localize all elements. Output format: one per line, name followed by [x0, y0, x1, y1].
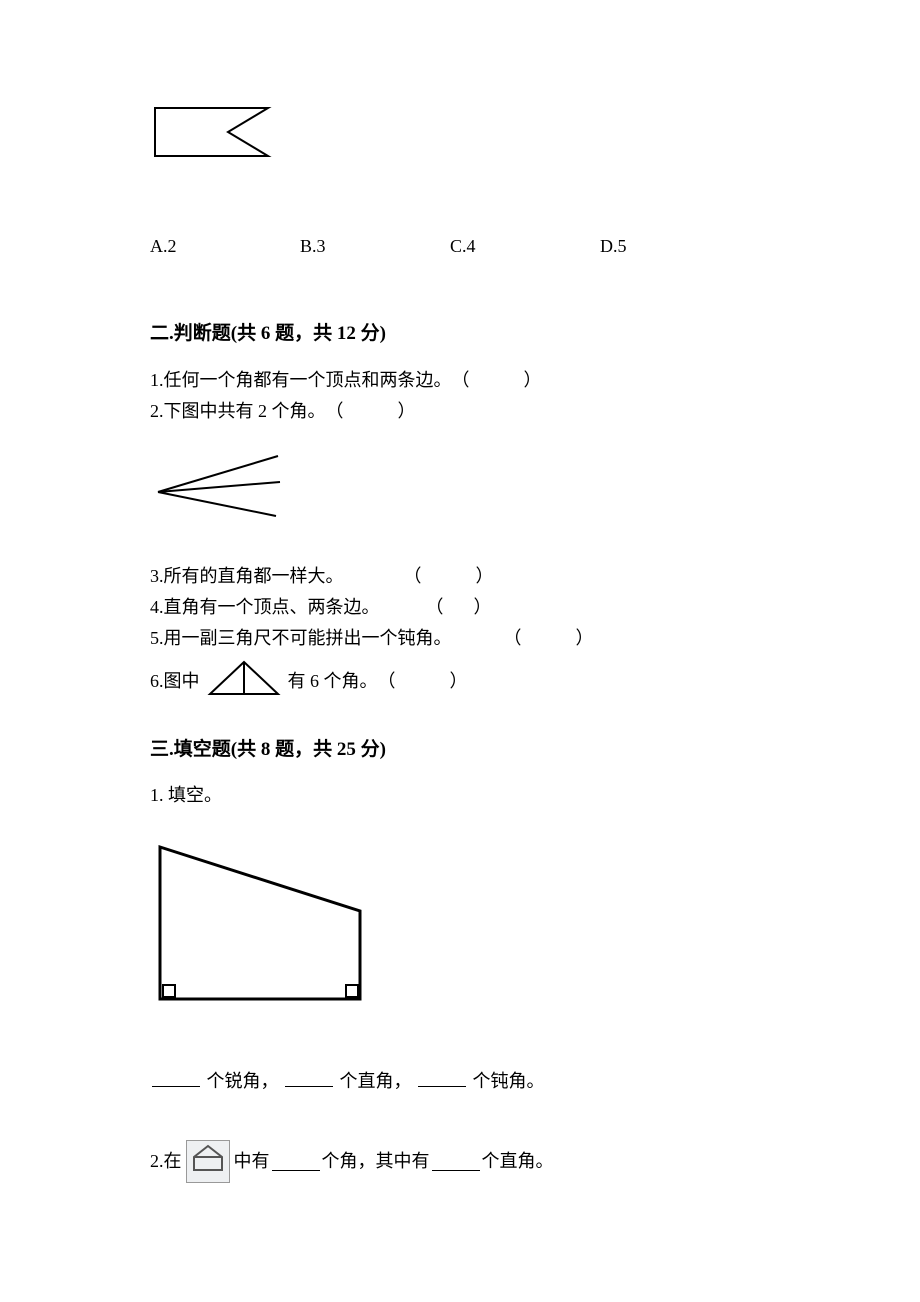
pentagon-figure: [186, 1140, 230, 1183]
blank-obtuse-count[interactable]: [418, 1067, 466, 1087]
q-num: 3.: [150, 563, 164, 590]
answer-paren[interactable]: （ ）: [404, 563, 500, 590]
q-text: 任何一个角都有一个顶点和两条边。: [164, 367, 452, 394]
answer-paren[interactable]: （ ）: [452, 367, 548, 394]
blank-right-angles[interactable]: [432, 1151, 480, 1171]
q-num: 5.: [150, 625, 164, 652]
s2-q4: 4. 直角有一个顶点、两条边。 （ ）: [150, 594, 770, 621]
q-num: 4.: [150, 594, 164, 621]
triangle-altitude-icon: [204, 658, 284, 698]
s2-q1: 1. 任何一个角都有一个顶点和两条边。 （ ）: [150, 367, 770, 394]
answer-paren[interactable]: （ ）: [426, 594, 498, 621]
rays-figure: [150, 450, 770, 533]
q-num: 2.: [150, 1148, 164, 1175]
q-text-pre: 在: [164, 1148, 182, 1175]
q-text-pre: 图中: [164, 668, 200, 695]
q-num: 6.: [150, 668, 164, 695]
q-text: 下图中共有 2 个角。: [164, 398, 326, 425]
worksheet-content: A.2 B.3 C.4 D.5 二.判断题(共 6 题，共 12 分) 1. 任…: [0, 0, 920, 1251]
s2-q2: 2. 下图中共有 2 个角。 （ ）: [150, 398, 770, 425]
option-c[interactable]: C.4: [450, 233, 600, 260]
pentagon-house-icon: [191, 1144, 225, 1172]
section2-title: 二.判断题(共 6 题，共 12 分): [150, 320, 770, 349]
q-num: 1.: [150, 367, 164, 394]
q-text: 直角有一个顶点、两条边。: [164, 594, 396, 621]
quadrilateral-icon: [150, 839, 380, 1009]
option-d[interactable]: D.5: [600, 233, 750, 260]
q-text: 用一副三角尺不可能拼出一个钝角。: [164, 625, 474, 652]
quadrilateral-figure: [150, 839, 770, 1017]
answer-paren[interactable]: （ ）: [504, 625, 600, 652]
q-num: 2.: [150, 398, 164, 425]
mcq-options-row: A.2 B.3 C.4 D.5: [150, 233, 770, 260]
label-acute: 个锐角，: [207, 1071, 279, 1091]
q-text: 所有的直角都一样大。: [164, 563, 384, 590]
q-text-post: 有 6 个角。: [288, 668, 378, 695]
option-b[interactable]: B.3: [300, 233, 450, 260]
section3-title: 三.填空题(共 8 题，共 25 分): [150, 736, 770, 765]
q-text-mid1: 中有: [234, 1148, 270, 1175]
blank-total-angles[interactable]: [272, 1151, 320, 1171]
three-rays-icon: [150, 450, 290, 525]
s3-q1-blanks: 个锐角， 个直角， 个钝角。: [150, 1067, 770, 1095]
flag-figure: [150, 100, 770, 173]
label-right: 个直角，: [340, 1071, 412, 1091]
flag-shape-icon: [150, 100, 280, 165]
q-num: 1.: [150, 785, 164, 805]
s2-q3: 3. 所有的直角都一样大。 （ ）: [150, 563, 770, 590]
triangle-with-altitude-figure: [204, 658, 284, 706]
s2-q6: 6. 图中 有 6 个角。 （ ）: [150, 658, 770, 706]
q-text-tail: 个直角。: [482, 1148, 554, 1175]
option-a[interactable]: A.2: [150, 233, 300, 260]
answer-paren[interactable]: （ ）: [378, 668, 474, 695]
blank-right-count[interactable]: [285, 1067, 333, 1087]
s3-q1: 1. 填空。: [150, 782, 770, 809]
label-obtuse: 个钝角。: [473, 1071, 545, 1091]
q-text-mid2: 个角，其中有: [322, 1148, 430, 1175]
s2-q5: 5. 用一副三角尺不可能拼出一个钝角。 （ ）: [150, 625, 770, 652]
blank-acute-count[interactable]: [152, 1067, 200, 1087]
q-text: 填空。: [168, 785, 222, 805]
s3-q2: 2. 在 中有 个角，其中有 个直角。: [150, 1140, 770, 1183]
answer-paren[interactable]: （ ）: [326, 398, 422, 425]
